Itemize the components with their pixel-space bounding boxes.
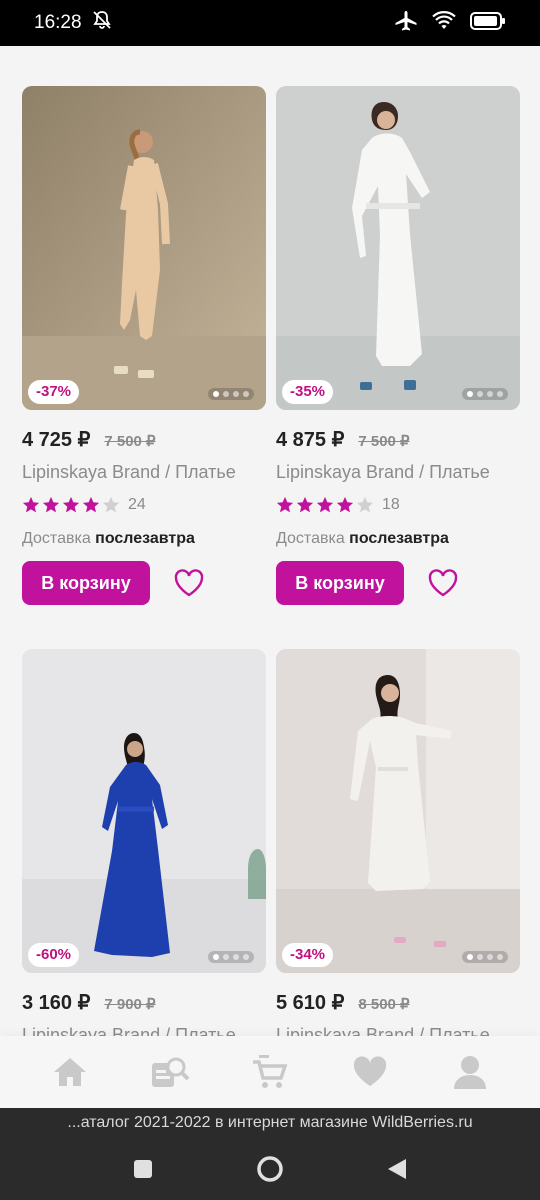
pager-dot	[243, 954, 249, 960]
product-card[interactable]: -34% 5 610 ₽ 8 500 ₽ Lipinskaya Brand / …	[276, 649, 520, 1036]
pager-dot	[233, 391, 239, 397]
product-photo[interactable]: -35%	[276, 86, 520, 410]
photo-pager	[462, 951, 508, 963]
pager-dot	[243, 391, 249, 397]
old-price: 7 900 ₽	[104, 996, 156, 1013]
system-nav-bar	[0, 1138, 540, 1200]
bottom-tab-bar	[0, 1036, 540, 1108]
battery-icon	[470, 11, 506, 36]
status-bar: 16:28	[0, 0, 540, 46]
product-photo[interactable]: -37%	[22, 86, 266, 410]
pager-dot	[497, 391, 503, 397]
discount-badge: -35%	[282, 380, 334, 404]
pager-dot	[223, 391, 229, 397]
home-icon[interactable]	[40, 1042, 100, 1102]
product-card[interactable]: -60% 3 160 ₽ 7 900 ₽ Lipinskaya Brand / …	[22, 649, 266, 1036]
product-title[interactable]: Lipinskaya Brand / Платье	[22, 1025, 236, 1036]
catalog-search-icon[interactable]	[140, 1042, 200, 1102]
screen: 16:28 -37% 4 725 ₽ 7 500 ₽ Lipinskaya Br…	[0, 0, 540, 1200]
star-filled-icon	[336, 496, 354, 513]
back-triangle-icon[interactable]	[372, 1144, 422, 1194]
delivery-value: послезавтра	[95, 530, 195, 547]
pager-dot	[223, 954, 229, 960]
home-circle-icon[interactable]	[245, 1144, 295, 1194]
add-to-cart-button[interactable]: В корзину	[276, 561, 404, 605]
wifi-icon	[432, 10, 456, 36]
mute-bell-icon	[92, 10, 112, 36]
photo-pager	[208, 388, 254, 400]
favorite-heart-icon[interactable]	[426, 566, 460, 600]
rating: 18	[276, 496, 400, 514]
delivery-info: Доставка послезавтра	[276, 530, 449, 548]
rating-count: 18	[382, 496, 400, 513]
product-card[interactable]: -35% 4 875 ₽ 7 500 ₽ Lipinskaya Brand / …	[276, 86, 520, 616]
favorite-heart-icon[interactable]	[172, 566, 206, 600]
rating: 24	[22, 496, 146, 514]
photo-pager	[462, 388, 508, 400]
price-row: 4 875 ₽ 7 500 ₽	[276, 427, 410, 452]
product-photo[interactable]: -34%	[276, 649, 520, 973]
profile-icon[interactable]	[440, 1042, 500, 1102]
pager-dot	[233, 954, 239, 960]
old-price: 7 500 ₽	[104, 433, 156, 450]
discount-badge: -60%	[28, 943, 80, 967]
recents-square-icon[interactable]	[118, 1144, 168, 1194]
star-filled-icon	[82, 496, 100, 513]
pager-dot	[487, 954, 493, 960]
price: 5 610 ₽	[276, 992, 345, 1014]
pager-dot	[467, 391, 473, 397]
old-price: 7 500 ₽	[358, 433, 410, 450]
price: 4 875 ₽	[276, 429, 345, 451]
delivery-info: Доставка послезавтра	[22, 530, 195, 548]
old-price: 8 500 ₽	[358, 996, 410, 1013]
star-filled-icon	[316, 496, 334, 513]
star-filled-icon	[42, 496, 60, 513]
airplane-icon	[394, 10, 418, 37]
pager-dot	[213, 391, 219, 397]
price: 3 160 ₽	[22, 992, 91, 1014]
star-filled-icon	[22, 496, 40, 513]
star-empty-icon	[102, 496, 120, 513]
star-filled-icon	[62, 496, 80, 513]
product-title[interactable]: Lipinskaya Brand / Платье	[22, 462, 236, 483]
cart-icon[interactable]	[240, 1042, 300, 1102]
star-filled-icon	[276, 496, 294, 513]
browser-url-text[interactable]: ...аталог 2021-2022 в интернет магазине …	[0, 1108, 540, 1138]
add-to-cart-button[interactable]: В корзину	[22, 561, 150, 605]
delivery-label: Доставка	[276, 530, 345, 547]
delivery-label: Доставка	[22, 530, 91, 547]
product-title[interactable]: Lipinskaya Brand / Платье	[276, 1025, 490, 1036]
discount-badge: -34%	[282, 943, 334, 967]
status-time: 16:28	[34, 12, 82, 33]
discount-badge: -37%	[28, 380, 80, 404]
favorites-icon[interactable]	[340, 1042, 400, 1102]
price: 4 725 ₽	[22, 429, 91, 451]
pager-dot	[477, 954, 483, 960]
price-row: 3 160 ₽ 7 900 ₽	[22, 990, 156, 1015]
product-photo[interactable]: -60%	[22, 649, 266, 973]
rating-count: 24	[128, 496, 146, 513]
star-filled-icon	[296, 496, 314, 513]
photo-pager	[208, 951, 254, 963]
price-row: 4 725 ₽ 7 500 ₽	[22, 427, 156, 452]
pager-dot	[497, 954, 503, 960]
pager-dot	[477, 391, 483, 397]
delivery-value: послезавтра	[349, 530, 449, 547]
product-grid: -37% 4 725 ₽ 7 500 ₽ Lipinskaya Brand / …	[0, 46, 540, 1036]
price-row: 5 610 ₽ 8 500 ₽	[276, 990, 410, 1015]
pager-dot	[213, 954, 219, 960]
star-empty-icon	[356, 496, 374, 513]
pager-dot	[487, 391, 493, 397]
pager-dot	[467, 954, 473, 960]
product-title[interactable]: Lipinskaya Brand / Платье	[276, 462, 490, 483]
product-card[interactable]: -37% 4 725 ₽ 7 500 ₽ Lipinskaya Brand / …	[22, 86, 266, 616]
